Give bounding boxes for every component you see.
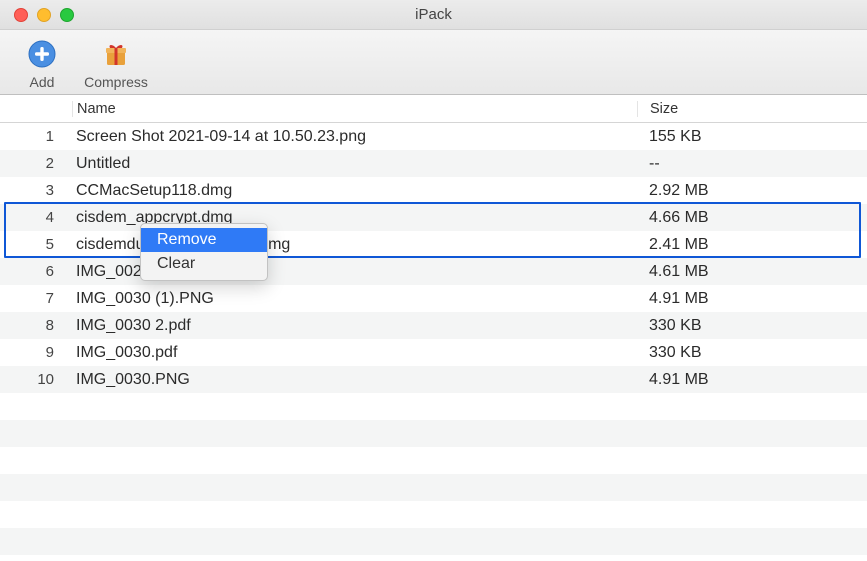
context-menu-remove[interactable]: Remove	[141, 228, 267, 252]
empty-row	[0, 474, 867, 501]
row-index: 3	[0, 182, 72, 199]
file-size: 4.91 MB	[637, 371, 867, 389]
table-row[interactable]: 8IMG_0030 2.pdf330 KB	[0, 312, 867, 339]
file-list: 1Screen Shot 2021-09-14 at 10.50.23.png1…	[0, 123, 867, 555]
column-size-header[interactable]: Size	[637, 101, 867, 117]
file-size: 330 KB	[637, 344, 867, 362]
file-size: 2.92 MB	[637, 182, 867, 200]
empty-row	[0, 420, 867, 447]
empty-row	[0, 447, 867, 474]
row-index: 7	[0, 290, 72, 307]
file-size: 4.66 MB	[637, 209, 867, 227]
file-size: 4.61 MB	[637, 263, 867, 281]
table-row[interactable]: 7IMG_0030 (1).PNG4.91 MB	[0, 285, 867, 312]
row-index: 6	[0, 263, 72, 280]
compress-button-label: Compress	[84, 74, 148, 90]
toolbar: Add Compress	[0, 30, 867, 95]
file-size: 155 KB	[637, 128, 867, 146]
file-size: 2.41 MB	[637, 236, 867, 254]
title-bar: iPack	[0, 0, 867, 30]
add-button[interactable]: Add	[12, 36, 72, 90]
window-title: iPack	[0, 6, 867, 23]
file-name: Screen Shot 2021-09-14 at 10.50.23.png	[72, 128, 637, 146]
row-index: 8	[0, 317, 72, 334]
table-row[interactable]: 5cisdemduplicatefinder (1).dmg2.41 MB	[0, 231, 867, 258]
table-row[interactable]: 1Screen Shot 2021-09-14 at 10.50.23.png1…	[0, 123, 867, 150]
file-size: 4.91 MB	[637, 290, 867, 308]
column-name-header[interactable]: Name	[72, 101, 637, 117]
plus-circle-icon	[24, 36, 60, 72]
file-name: IMG_0030.pdf	[72, 344, 637, 362]
empty-rows	[0, 393, 867, 555]
file-size: --	[637, 155, 867, 173]
table-row[interactable]: 10IMG_0030.PNG4.91 MB	[0, 366, 867, 393]
file-name: IMG_0030 2.pdf	[72, 317, 637, 335]
file-name: CCMacSetup118.dmg	[72, 182, 637, 200]
row-index: 9	[0, 344, 72, 361]
file-size: 330 KB	[637, 317, 867, 335]
add-button-label: Add	[30, 74, 55, 90]
gift-box-icon	[98, 36, 134, 72]
table-row[interactable]: 4cisdem_appcrypt.dmg4.66 MB	[0, 204, 867, 231]
empty-row	[0, 501, 867, 528]
empty-row	[0, 393, 867, 420]
table-row[interactable]: 9IMG_0030.pdf330 KB	[0, 339, 867, 366]
table-row[interactable]: 6IMG_0029.PNG4.61 MB	[0, 258, 867, 285]
context-menu: RemoveClear	[140, 223, 268, 281]
table-row[interactable]: 3CCMacSetup118.dmg2.92 MB	[0, 177, 867, 204]
compress-button[interactable]: Compress	[86, 36, 146, 90]
row-index: 1	[0, 128, 72, 145]
row-index: 5	[0, 236, 72, 253]
table-header: Name Size	[0, 95, 867, 123]
row-index: 10	[0, 371, 72, 388]
row-index: 4	[0, 209, 72, 226]
table-row[interactable]: 2Untitled--	[0, 150, 867, 177]
row-index: 2	[0, 155, 72, 172]
context-menu-clear[interactable]: Clear	[141, 252, 267, 276]
file-name: Untitled	[72, 155, 637, 173]
empty-row	[0, 528, 867, 555]
file-name: IMG_0030 (1).PNG	[72, 290, 637, 308]
file-name: IMG_0030.PNG	[72, 371, 637, 389]
